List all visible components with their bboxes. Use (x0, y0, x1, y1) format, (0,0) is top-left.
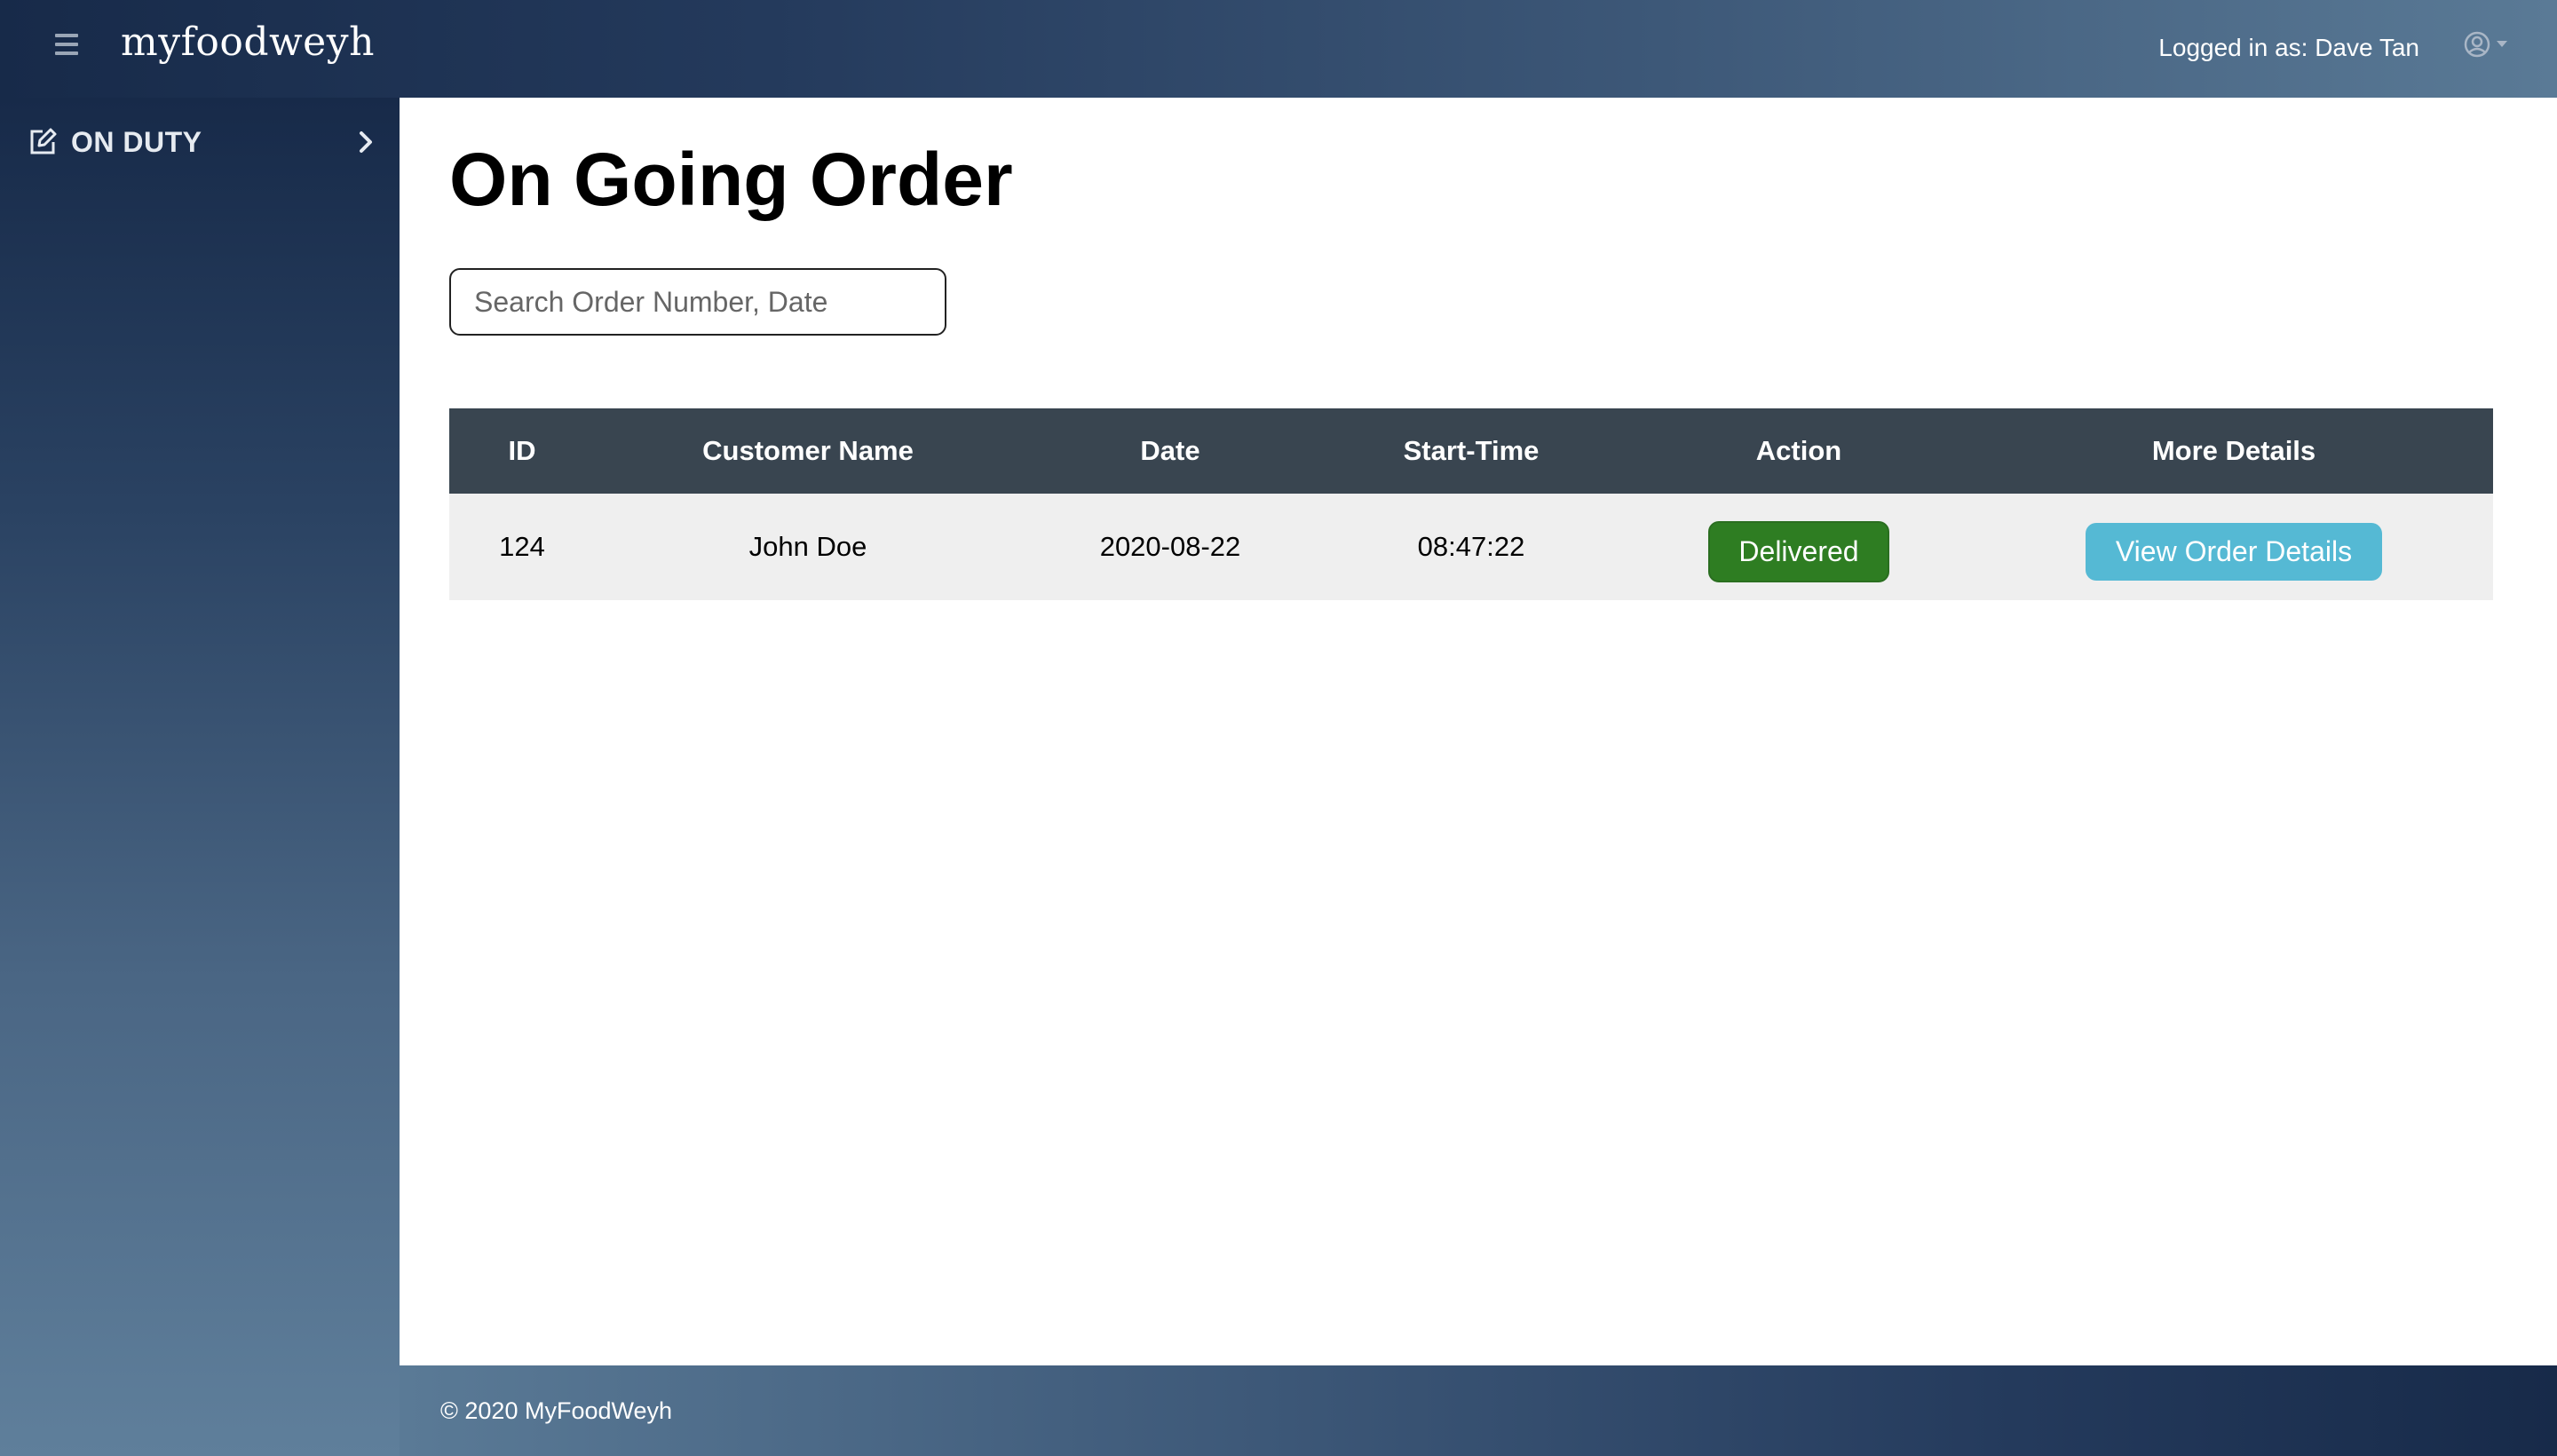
orders-table: ID Customer Name Date Start-Time Action … (449, 408, 2493, 600)
cell-date: 2020-08-22 (1021, 494, 1319, 600)
column-header-start-time: Start-Time (1319, 408, 1623, 494)
table-row: 124 John Doe 2020-08-22 08:47:22 Deliver… (449, 494, 2493, 600)
column-header-action: Action (1623, 408, 1975, 494)
sidebar: ON DUTY (0, 98, 400, 1456)
table-header-row: ID Customer Name Date Start-Time Action … (449, 408, 2493, 494)
column-header-date: Date (1021, 408, 1319, 494)
cell-action: Delivered (1623, 494, 1975, 600)
cell-more-details: View Order Details (1975, 494, 2493, 600)
menu-toggle-icon[interactable] (55, 34, 78, 55)
delivered-button[interactable]: Delivered (1708, 520, 1889, 582)
edit-icon (30, 128, 57, 154)
user-account-dropdown[interactable] (2463, 30, 2516, 62)
user-circle-icon (2464, 31, 2507, 58)
footer: © 2020 MyFoodWeyh (400, 1365, 2557, 1456)
view-order-details-button[interactable]: View Order Details (2085, 522, 2383, 581)
footer-copyright: © 2020 MyFoodWeyh (440, 1397, 673, 1424)
brand-logo[interactable]: myfoodweyh (121, 20, 375, 65)
main-content: On Going Order ID Customer Name Date Sta… (400, 98, 2557, 1365)
column-header-more-details: More Details (1975, 408, 2493, 494)
sidebar-item-on-duty[interactable]: ON DUTY (27, 123, 375, 162)
page-title: On Going Order (449, 138, 1013, 221)
chevron-right-icon (360, 131, 372, 153)
cell-start-time: 08:47:22 (1319, 494, 1623, 600)
top-navbar: myfoodweyh Logged in as: Dave Tan (0, 0, 2557, 98)
cell-id: 124 (449, 494, 595, 600)
column-header-id: ID (449, 408, 595, 494)
cell-customer-name: John Doe (595, 494, 1021, 600)
sidebar-item-label: ON DUTY (71, 125, 202, 158)
search-input[interactable] (449, 268, 946, 336)
logged-in-text: Logged in as: Dave Tan (2158, 34, 2419, 61)
column-header-customer-name: Customer Name (595, 408, 1021, 494)
